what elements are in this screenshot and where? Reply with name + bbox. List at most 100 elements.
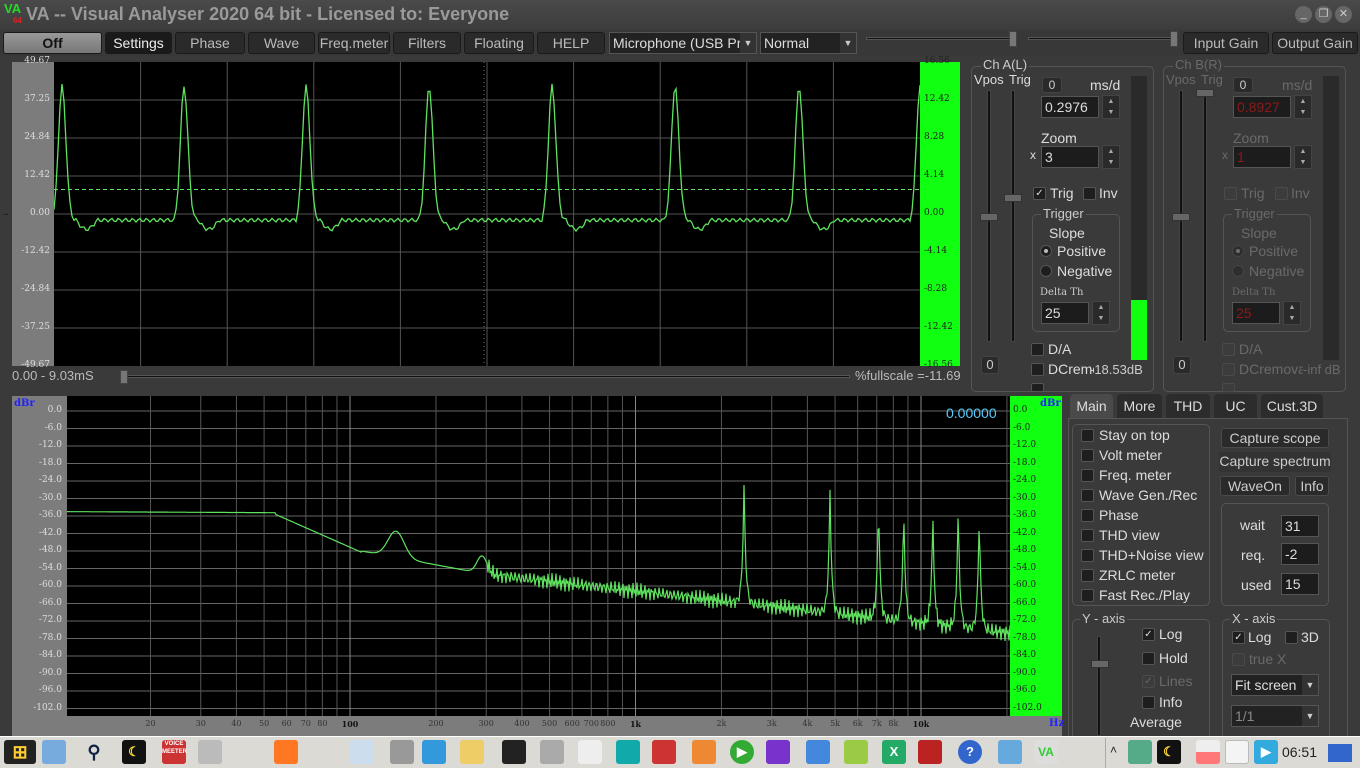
y-axis-slider[interactable]: [1097, 636, 1101, 736]
trig-checkbox[interactable]: [1224, 187, 1237, 200]
da-checkbox[interactable]: [1031, 343, 1044, 356]
trig-level-thumb[interactable]: [1196, 89, 1214, 97]
info-button[interactable]: Info: [1295, 476, 1329, 496]
positive-radio[interactable]: [1040, 245, 1052, 257]
y-log-checkbox[interactable]: ✓: [1142, 628, 1155, 641]
monitor-icon[interactable]: [998, 740, 1022, 764]
wave-button[interactable]: Wave: [248, 32, 315, 54]
lines-checkbox[interactable]: ✓: [1142, 675, 1155, 688]
show-hidden-icon[interactable]: ˄: [1110, 743, 1117, 757]
waveon-button[interactable]: WaveOn: [1220, 476, 1290, 496]
offset-button[interactable]: 0: [1233, 77, 1253, 93]
restore-icon[interactable]: ❐: [1315, 6, 1332, 23]
input-gain-button[interactable]: Input Gain: [1183, 32, 1269, 54]
trig-level-slider[interactable]: [1203, 90, 1207, 342]
input-gain-thumb[interactable]: [1009, 31, 1017, 47]
y-info-checkbox[interactable]: [1142, 696, 1155, 709]
tab-more[interactable]: More: [1117, 394, 1162, 418]
help-icon[interactable]: ?: [958, 740, 982, 764]
option-checkbox[interactable]: [1081, 589, 1094, 602]
delta-th-input[interactable]: 25: [1041, 302, 1089, 324]
time-scroll-slider[interactable]: [120, 375, 850, 378]
speaker-icon[interactable]: [198, 740, 222, 764]
inv-checkbox[interactable]: [1275, 187, 1288, 200]
trig-left-checkbox[interactable]: [1222, 383, 1235, 392]
paint-icon[interactable]: [806, 740, 830, 764]
va-icon[interactable]: VA: [1034, 740, 1058, 764]
ms-per-div-input[interactable]: 0.2976: [1041, 96, 1099, 118]
oscilloscope-display[interactable]: [54, 62, 920, 366]
notes-icon[interactable]: [578, 740, 602, 764]
y-axis-thumb[interactable]: [1091, 660, 1109, 668]
nightlight-tray-icon[interactable]: ☾: [1157, 740, 1181, 764]
network-icon[interactable]: [692, 740, 716, 764]
nightlight-icon[interactable]: ☾: [122, 740, 146, 764]
3d-checkbox[interactable]: [1285, 631, 1298, 644]
option-checkbox[interactable]: [1081, 469, 1094, 482]
phase-button[interactable]: Phase: [175, 32, 245, 54]
start-button[interactable]: ⊞: [4, 740, 36, 764]
option-checkbox[interactable]: [1081, 489, 1094, 502]
vpos-thumb[interactable]: [980, 213, 998, 221]
audio-app-icon[interactable]: [502, 740, 526, 764]
zoom-input[interactable]: 1: [1233, 146, 1291, 168]
ms-per-div-spinner[interactable]: ▲ ▼: [1102, 95, 1120, 119]
media-player-icon[interactable]: ▶: [730, 740, 754, 764]
blank-tray-icon[interactable]: [1225, 740, 1249, 764]
ms-per-div-input[interactable]: 0.8927: [1233, 96, 1291, 118]
off-button[interactable]: Off: [3, 32, 102, 54]
close-icon[interactable]: ✕: [1335, 6, 1352, 23]
help-button[interactable]: HELP: [537, 32, 605, 54]
trig-level-thumb[interactable]: [1004, 194, 1022, 202]
true-x-checkbox[interactable]: [1232, 653, 1245, 666]
capture-spectrum-button[interactable]: Capture spectrum: [1219, 452, 1331, 472]
speaker-tray-icon[interactable]: [1128, 740, 1152, 764]
tab-cust3d[interactable]: Cust.3D: [1261, 394, 1323, 418]
tab-main[interactable]: Main: [1070, 394, 1113, 418]
search-icon[interactable]: ⚲: [82, 740, 106, 764]
clock[interactable]: 06:51: [1282, 744, 1317, 760]
tab-uc[interactable]: UC: [1214, 394, 1257, 418]
firefox-icon[interactable]: [274, 740, 298, 764]
vpos-reset-button[interactable]: 0: [1173, 356, 1191, 374]
time-scroll-thumb[interactable]: [120, 370, 128, 384]
fit-screen-select[interactable]: Fit screen ▼: [1231, 674, 1319, 696]
dcremoval-checkbox[interactable]: [1031, 363, 1044, 376]
voicemeeter-icon[interactable]: VOICE MEETER: [162, 740, 187, 764]
ms-per-div-spinner[interactable]: ▲ ▼: [1294, 95, 1312, 119]
camera-tray-icon[interactable]: ▶: [1254, 740, 1278, 764]
output-gain-button[interactable]: Output Gain: [1272, 32, 1358, 54]
input-device-select[interactable]: Microphone (USB Pr ▼: [609, 32, 757, 54]
keyboard-icon[interactable]: [350, 740, 374, 764]
disk-icon[interactable]: [390, 740, 414, 764]
input-gain-slider[interactable]: [866, 37, 1014, 40]
settings-button[interactable]: Settings: [105, 32, 172, 54]
option-checkbox[interactable]: [1081, 429, 1094, 442]
negative-radio[interactable]: [1232, 265, 1244, 277]
tab-thd[interactable]: THD: [1166, 394, 1210, 418]
negative-radio[interactable]: [1040, 265, 1052, 277]
webcam-icon[interactable]: [540, 740, 564, 764]
freq-meter-button[interactable]: Freq.meter: [318, 32, 390, 54]
floating-button[interactable]: Floating: [464, 32, 534, 54]
zoom-input[interactable]: 3: [1041, 146, 1099, 168]
values-checkbox[interactable]: [1031, 383, 1044, 392]
dcremoval-checkbox[interactable]: [1222, 363, 1235, 376]
positive-radio[interactable]: [1232, 245, 1244, 257]
zoom-spinner[interactable]: ▲ ▼: [1102, 145, 1120, 169]
toolbox-icon[interactable]: [652, 740, 676, 764]
vpos-reset-button[interactable]: 0: [981, 356, 999, 374]
explorer-icon[interactable]: [42, 740, 66, 764]
da-checkbox[interactable]: [1222, 343, 1235, 356]
molecule-icon[interactable]: [236, 740, 260, 764]
arduino-icon[interactable]: [616, 740, 640, 764]
charts-icon[interactable]: [844, 740, 868, 764]
trig-level-slider[interactable]: [1011, 90, 1015, 342]
option-checkbox[interactable]: [1081, 509, 1094, 522]
delta-th-spinner[interactable]: ▲ ▼: [1283, 301, 1301, 325]
capture-scope-button[interactable]: Capture scope: [1221, 428, 1329, 448]
zoom-spinner[interactable]: ▲ ▼: [1294, 145, 1312, 169]
puzzle-icon[interactable]: [918, 740, 942, 764]
hold-checkbox[interactable]: [1142, 652, 1155, 665]
inv-checkbox[interactable]: [1083, 187, 1096, 200]
